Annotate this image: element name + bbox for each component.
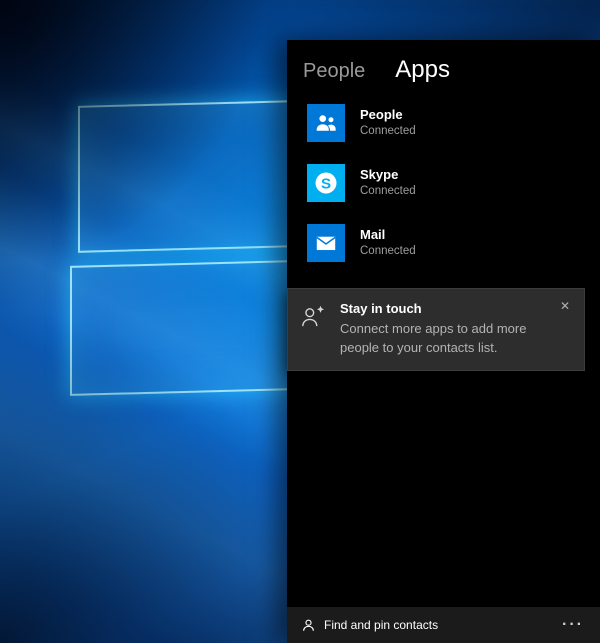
- app-row-people[interactable]: People Connected: [307, 104, 600, 142]
- app-text: People Connected: [360, 107, 416, 138]
- people-flyout-panel: People Apps People Connected S Skype Con…: [287, 40, 600, 643]
- person-icon: [301, 618, 316, 633]
- app-text: Mail Connected: [360, 227, 416, 258]
- skype-icon: S: [307, 164, 345, 202]
- callout-body: Connect more apps to add more people to …: [340, 321, 527, 355]
- connected-apps-list: People Connected S Skype Connected Mail …: [287, 84, 600, 262]
- find-and-pin-contacts-button[interactable]: Find and pin contacts: [301, 618, 438, 633]
- mail-icon: [307, 224, 345, 262]
- footer-bar: Find and pin contacts ···: [287, 607, 600, 643]
- svg-text:S: S: [321, 175, 331, 192]
- app-status: Connected: [360, 184, 416, 197]
- more-options-button[interactable]: ···: [558, 607, 588, 643]
- add-people-icon: [298, 301, 332, 358]
- app-status: Connected: [360, 244, 416, 257]
- tab-apps[interactable]: Apps: [395, 56, 450, 84]
- app-row-skype[interactable]: S Skype Connected: [307, 164, 600, 202]
- stay-in-touch-callout: Stay in touch Connect more apps to add m…: [287, 288, 585, 371]
- app-name: Mail: [360, 227, 386, 243]
- callout-title: Stay in touch: [340, 301, 422, 316]
- app-row-mail[interactable]: Mail Connected: [307, 224, 600, 262]
- callout-text: Stay in touch Connect more apps to add m…: [332, 301, 574, 358]
- close-icon[interactable]: ✕: [556, 297, 574, 315]
- desktop: People Apps People Connected S Skype Con…: [0, 0, 600, 643]
- app-name: Skype: [360, 167, 399, 183]
- footer-label: Find and pin contacts: [324, 618, 439, 632]
- app-status: Connected: [360, 124, 416, 137]
- pivot-tabs: People Apps: [287, 40, 600, 84]
- tab-people[interactable]: People: [303, 60, 365, 83]
- app-name: People: [360, 107, 403, 123]
- people-icon: [307, 104, 345, 142]
- app-text: Skype Connected: [360, 167, 416, 198]
